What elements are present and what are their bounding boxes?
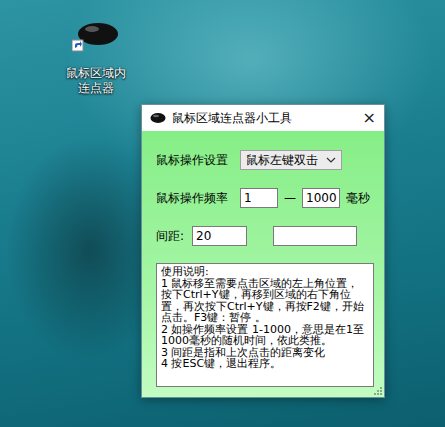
app-window: 鼠标区域连点器小工具 × 鼠标操作设置鼠标左键双击鼠标操作频率 1 — 1000 毫秒间距:… xyxy=(141,104,385,398)
instruction-line: 3 间距是指和上次点击的距离变化 xyxy=(161,347,369,359)
dropdown-value: 鼠标左键双击 xyxy=(246,152,318,169)
mouse-icon xyxy=(150,112,166,124)
window-title: 鼠标区域连点器小工具 xyxy=(172,110,357,127)
mouse-icon xyxy=(72,20,120,54)
shortcut-label: 鼠标区域内连点器 xyxy=(63,66,129,96)
window-body: 鼠标操作设置鼠标左键双击鼠标操作频率 1 — 1000 毫秒间距: 20 使用说明:1 鼠标… xyxy=(142,131,384,397)
unit-label: 毫秒 xyxy=(346,190,370,207)
frequency-row: 鼠标操作频率 1 — 1000 毫秒 xyxy=(156,187,376,209)
chevron-down-icon xyxy=(326,157,336,163)
instruction-line: 4 按ESC键，退出程序。 xyxy=(161,358,369,370)
range-separator: — xyxy=(284,191,296,205)
desktop-shortcut[interactable]: 鼠标区域内连点器 xyxy=(62,20,130,96)
mode-dropdown[interactable]: 鼠标左键双击 xyxy=(240,150,342,170)
frequency-max-input[interactable]: 1000 xyxy=(302,188,340,208)
extra-input[interactable] xyxy=(273,226,357,246)
mode-row: 鼠标操作设置鼠标左键双击 xyxy=(156,149,376,171)
mode-label: 鼠标操作设置 xyxy=(156,152,234,169)
instruction-line: 1 鼠标移至需要点击区域的左上角位置，按下Ctrl+Y键，再移到区域的右下角位置… xyxy=(161,278,369,324)
frequency-min-input[interactable]: 1 xyxy=(240,188,278,208)
spacing-input[interactable]: 20 xyxy=(192,226,247,246)
title-bar: 鼠标区域连点器小工具 × xyxy=(142,105,384,131)
close-button[interactable]: × xyxy=(363,110,376,126)
frequency-label: 鼠标操作频率 xyxy=(156,190,234,207)
instruction-line: 2 如操作频率设置 1-1000，意思是在1至1000毫秒的随机时间，依此类推。 xyxy=(161,324,369,347)
resize-grip-icon[interactable] xyxy=(374,387,382,395)
desktop: 鼠标区域内连点器鼠标区域连点器小工具 × 鼠标操作设置鼠标左键双击鼠标操作频率 1 — 1… xyxy=(0,0,445,427)
spacing-label: 间距: xyxy=(156,228,186,245)
instruction-line: 使用说明: xyxy=(161,266,369,278)
spacing-row: 间距: 20 xyxy=(156,225,376,247)
instructions-box[interactable]: 使用说明:1 鼠标移至需要点击区域的左上角位置，按下Ctrl+Y键，再移到区域的… xyxy=(156,263,374,387)
